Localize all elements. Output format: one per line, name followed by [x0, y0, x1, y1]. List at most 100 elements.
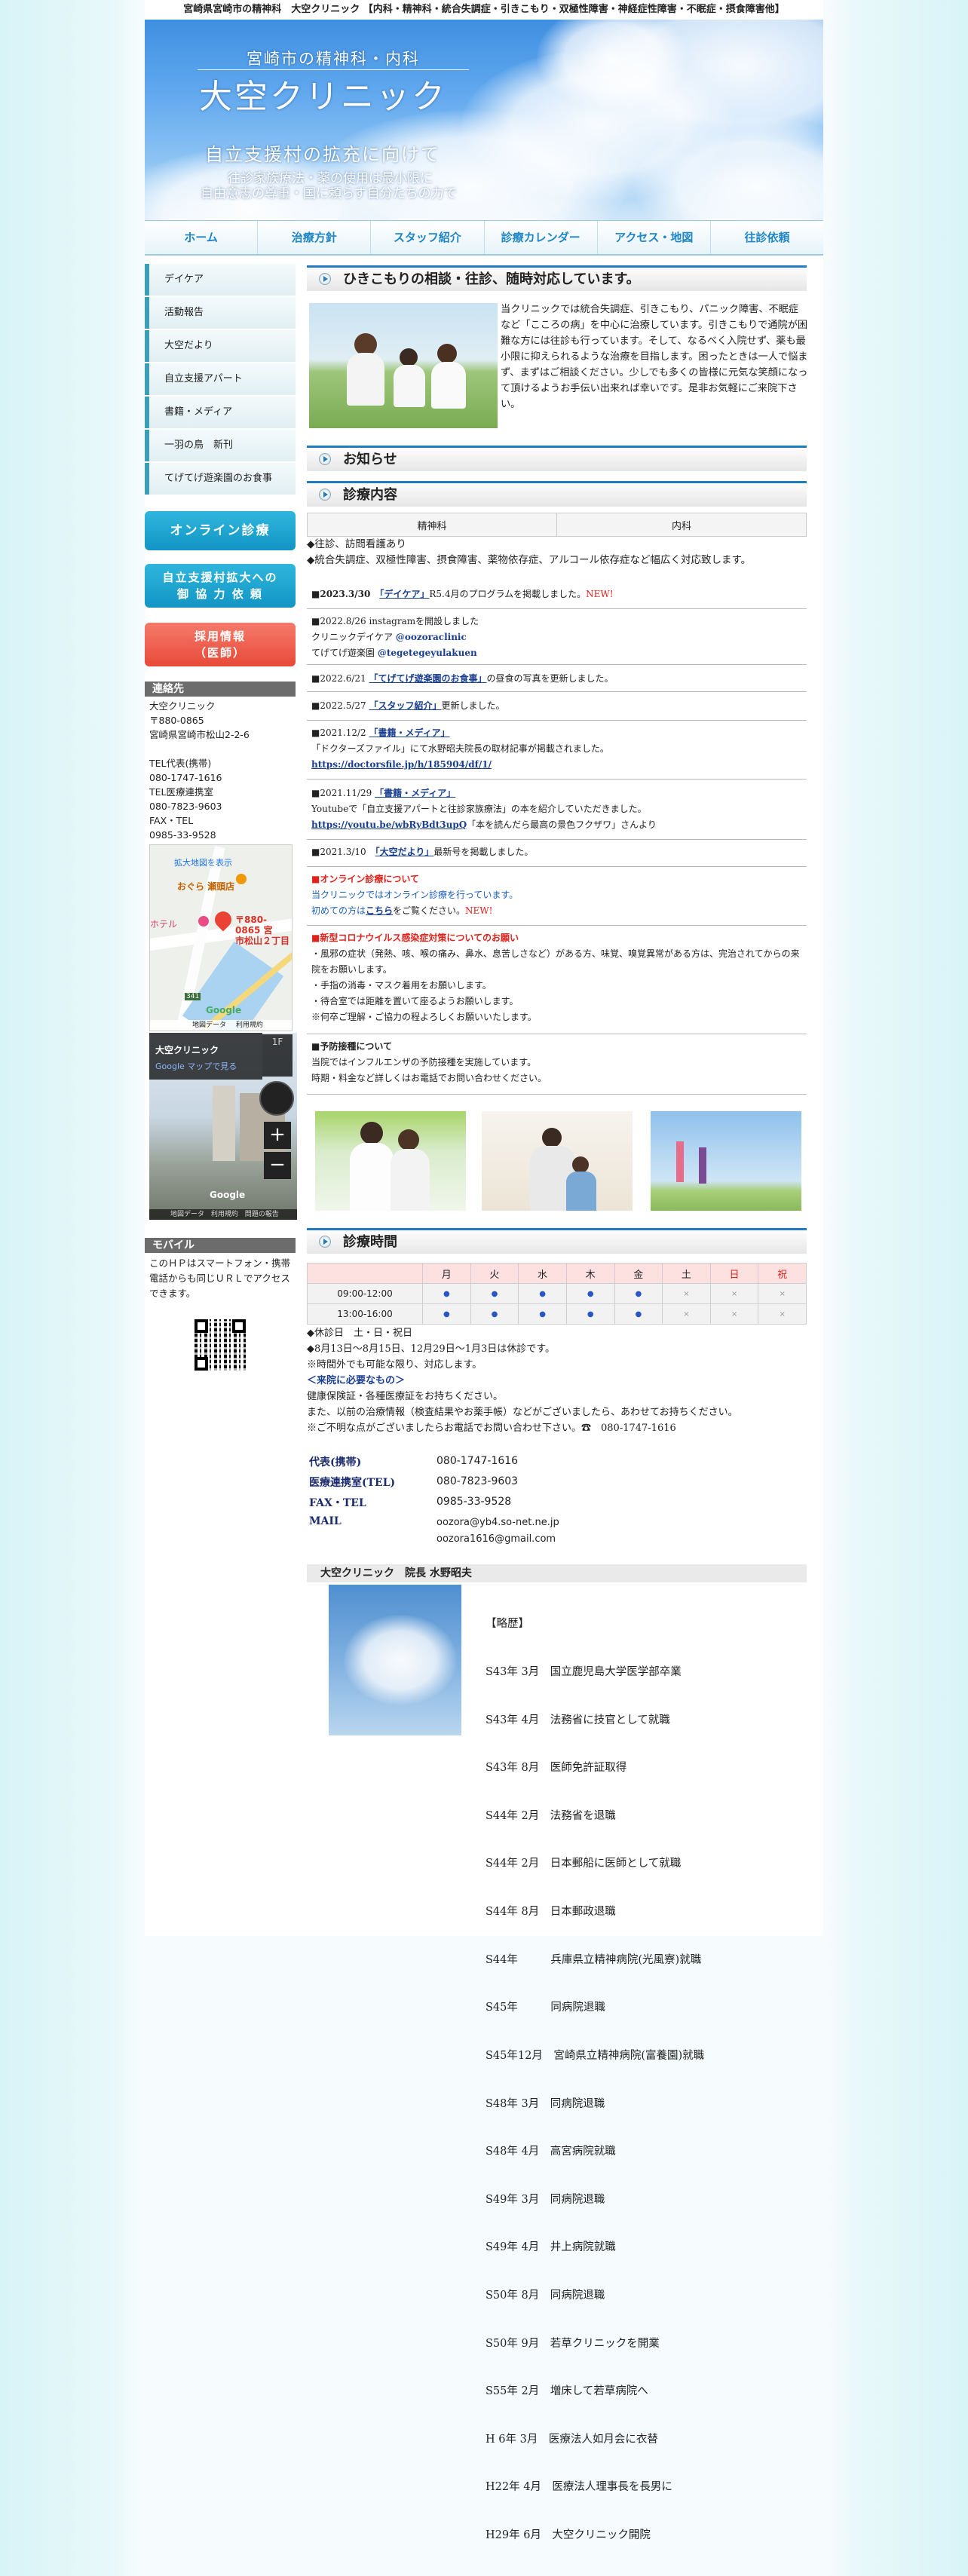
news-link-newsletter[interactable]: 「大空だより」 [375, 847, 434, 857]
nav-staff[interactable]: スタッフ紹介 [371, 221, 485, 254]
open-mark: ● [422, 1303, 471, 1325]
google-map[interactable]: 拡大地図を表示 おぐら 瀬頭店 ホテル 〒880-0865 宮 市松山２丁目 3… [149, 844, 293, 1031]
support-request-button[interactable]: 自立支援村拡大への 御 協 力 依 頼 [145, 564, 296, 608]
recruit-line1: 採用情報 [194, 629, 246, 643]
day-header: 月 [422, 1263, 471, 1284]
news-link-media[interactable]: 「書籍・メディア」 [369, 727, 449, 738]
news-link-staff[interactable]: 「スタッフ紹介」 [369, 700, 441, 711]
couple-photo [315, 1111, 466, 1211]
google-logo: Google [206, 1005, 242, 1015]
time-slot: 13:00-16:00 [307, 1303, 423, 1325]
contact-spacer [149, 742, 293, 756]
news-item: ■2021.12/2 「書籍・メディア」 「ドクターズファイル」にて水野昭夫院長… [307, 722, 807, 780]
career-item: S50年 8月 同病院退職 [486, 2289, 605, 2302]
report-problem-link[interactable]: 問題の報告 [245, 1211, 279, 1218]
map-terms-link[interactable]: 利用規約 [236, 1022, 263, 1029]
news-text: R5.4月のプログラムを掲載しました。 [429, 589, 587, 599]
family-photo [309, 303, 498, 428]
recruit-line2: （医師） [194, 646, 246, 660]
bring-text: 健康保険証・各種医療証をお持ちください。 [307, 1391, 504, 1402]
new-badge: NEW! [586, 589, 614, 599]
map-terms-link[interactable]: 利用規約 [211, 1211, 238, 1218]
doctorsfile-link[interactable]: https://doctorsfile.jp/h/185904/df/1/ [311, 759, 492, 770]
news-link-meals[interactable]: 「てげてげ遊楽園のお食事」 [369, 673, 486, 684]
news-text: ※何卒ご理解・ご協力の程よろしくお願いいたします。 [311, 1012, 537, 1022]
map-poi: おぐら 瀬頭店 [177, 881, 235, 892]
contact-label: 医療連携室(TEL) [309, 1477, 396, 1489]
qr-finder [195, 1357, 208, 1371]
bring-text: ※ご不明な点がございましたらお電話でお問い合わせ下さい。☎ 080-1747-1… [307, 1423, 676, 1434]
nav-policy[interactable]: 治療方針 [258, 221, 372, 254]
sidebar-item-daycare[interactable]: デイケア [145, 264, 296, 296]
closed-mark: × [758, 1303, 807, 1325]
map-data-link[interactable]: 地図データ [192, 1022, 226, 1029]
time-slot: 09:00-12:00 [307, 1283, 423, 1304]
person [400, 348, 418, 366]
sidebar-item-meals[interactable]: てげてげ遊楽園のお食事 [145, 463, 296, 495]
zoom-in-icon[interactable]: + [264, 1122, 291, 1149]
open-in-maps-link[interactable]: Google マップで見る [155, 1060, 237, 1072]
career-item: S44年 2月 日本郵船に医師として就職 [486, 1858, 682, 1870]
nav-home[interactable]: ホーム [145, 221, 259, 254]
day-header: 日 [709, 1263, 759, 1284]
person [431, 362, 466, 409]
compass-icon[interactable] [259, 1081, 294, 1116]
news-text: 初めての方は [311, 905, 366, 916]
online-guide-link[interactable]: こちら [366, 905, 393, 916]
news-text: 当クリニックではオンライン診療を行っています。 [311, 890, 519, 900]
contact-label: FAX・TEL [309, 1497, 366, 1509]
site-description: 宮崎県宮崎市の精神科 大空クリニック 【内科・精神科・統合失調症・引きこもり・双… [145, 0, 823, 20]
zoom-out-icon[interactable]: − [264, 1152, 291, 1179]
career-item: S48年 4月 高宮病院就職 [486, 2146, 616, 2158]
day-header: 水 [518, 1263, 567, 1284]
contact-value: 080-1747-1616 [437, 1455, 519, 1467]
contact-heading: 連絡先 [145, 682, 296, 697]
nav-access[interactable]: アクセス・地図 [598, 221, 711, 254]
header-banner: 宮崎市の精神科・内科 大空クリニック 自立支援村の拡充に向けて 往診家族療法・薬… [145, 20, 823, 220]
sidebar-item-apartment[interactable]: 自立支援アパート [145, 363, 296, 395]
contact-line: 大空クリニック [149, 700, 216, 712]
arrow-icon [319, 1236, 331, 1248]
vaccine-heading: ■予防接種について [311, 1041, 392, 1052]
email-address[interactable]: oozora@yb4.so-net.ne.jp [437, 1515, 559, 1531]
career-item: S55年 2月 増床して若草病院へ [486, 2385, 648, 2398]
news-link-daycare[interactable]: 「デイケア」 [379, 589, 429, 599]
covid-heading: ■新型コロナウイルス感染症対策についてのお願い [311, 933, 519, 943]
clinic-heading: 診療内容 [307, 481, 807, 507]
sidebar-item-media[interactable]: 書籍・メディア [145, 397, 296, 428]
support-request-line2: 御 協 力 依 頼 [177, 587, 263, 601]
recruit-button[interactable]: 採用情報 （医師） [145, 623, 296, 666]
map-enlarge-link[interactable]: 拡大地図を表示 [174, 856, 232, 868]
map-data-link[interactable]: 地図データ [170, 1211, 204, 1218]
youtube-link[interactable]: https://youtu.be/wbRyBdt3upQ [311, 819, 467, 830]
street-view[interactable]: 大空クリニック Google マップで見る 1F + − Google 地図デー… [149, 1033, 297, 1220]
holiday-text: ◆8月13日～8月15日、12月29日～1月3日は休診です。 [307, 1343, 555, 1355]
news-link-media[interactable]: 「書籍・メディア」 [375, 788, 455, 798]
news-date: ■2021.11/29 [311, 788, 372, 798]
arrow-icon [319, 453, 331, 465]
career-item: S45年 同病院退職 [486, 2002, 605, 2014]
clinic-line: ◆統合失調症、双極性障害、摂食障害、薬物依存症、アルコール依存症など幅広く対応致… [307, 554, 752, 566]
nav-calendar[interactable]: 診療カレンダー [485, 221, 598, 254]
career-item: S44年 8月 日本郵政退職 [486, 1906, 616, 1919]
email-address[interactable]: oozora1616@gmail.com [437, 1531, 559, 1548]
bring-text: また、以前の治療情報（検査結果やお薬手帳）などがございましたら、あわせてお持ちく… [307, 1407, 738, 1418]
nav-house-call[interactable]: 往診依頼 [711, 221, 823, 254]
contact-label: MAIL [309, 1515, 342, 1527]
instagram-clinic-link[interactable]: @oozoraclinic [396, 632, 467, 642]
qr-code [195, 1319, 246, 1371]
career-item: S43年 4月 法務省に技官として就職 [486, 1714, 670, 1726]
open-mark: ● [614, 1303, 663, 1325]
intro-text: 当クリニックでは統合失調症、引きこもり、パニック障害、不眠症など「こころの病」を… [501, 304, 808, 410]
sidebar-item-new-book[interactable]: 一羽の鳥 新刊 [145, 430, 296, 461]
arrow-icon [319, 489, 331, 501]
streetview-name: 大空クリニック [155, 1045, 219, 1055]
qr-finder [195, 1319, 208, 1333]
day-header: 土 [662, 1263, 711, 1284]
floor-selector[interactable]: 1F [262, 1034, 293, 1077]
online-consult-button[interactable]: オンライン診療 [145, 511, 296, 550]
sidebar-item-newsletter[interactable]: 大空だより [145, 330, 296, 362]
instagram-yulakuen-link[interactable]: @tegetegeyulakuen [378, 648, 477, 658]
streetview-infobox [149, 1033, 262, 1080]
sidebar-item-activity[interactable]: 活動報告 [145, 297, 296, 329]
